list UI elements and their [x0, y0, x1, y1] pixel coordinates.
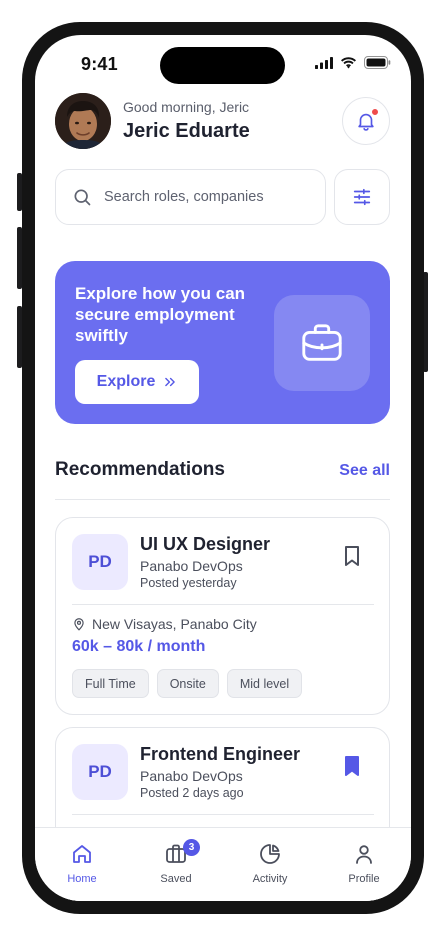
nav-home[interactable]: Home: [35, 828, 129, 901]
chevrons-right-icon: [165, 377, 176, 387]
briefcase-icon: [302, 324, 342, 361]
salary-range: 60k – 80k / month: [72, 638, 206, 655]
recommendations-title: Recommendations: [55, 459, 225, 480]
search-icon: [74, 189, 91, 206]
job-location: New Visayas, Panabo City: [72, 616, 257, 632]
nav-label: Profile: [348, 873, 380, 885]
search-input[interactable]: Search roles, companies: [55, 169, 326, 225]
status-bar: 9:41: [35, 35, 411, 91]
sliders-icon: [353, 188, 371, 206]
nav-label: Activity: [252, 873, 288, 885]
home-icon: [73, 845, 91, 863]
cellular-signal-icon: [315, 56, 333, 69]
app-screen: 9:41 Good morning, Jeric Jeric Eduarte S…: [35, 35, 411, 901]
filter-button[interactable]: [334, 169, 390, 225]
phone-frame: 9:41 Good morning, Jeric Jeric Eduarte S…: [22, 22, 424, 914]
posted-date: Posted 2 days ago: [140, 786, 244, 800]
avatar-photo: [55, 93, 111, 149]
user-icon: [356, 845, 372, 864]
explore-button-label: Explore: [96, 373, 156, 390]
avatar[interactable]: [55, 93, 111, 149]
map-pin-icon: [74, 618, 84, 631]
greeting-text: Good morning, Jeric: [123, 99, 250, 115]
wifi-icon: [341, 56, 356, 68]
company-logo: PD: [72, 744, 128, 800]
promo-banner: Explore how you can secure employment sw…: [55, 261, 390, 424]
job-title: Frontend Engineer: [140, 744, 301, 764]
nav-profile[interactable]: Profile: [317, 828, 411, 901]
job-tags: Full Time Onsite Mid level: [72, 669, 303, 698]
nav-label: Home: [67, 873, 97, 885]
battery-icon: [364, 56, 391, 69]
notifications-button[interactable]: [342, 97, 390, 145]
company-name: Panabo DevOps: [140, 558, 243, 574]
pie-chart-icon: [260, 844, 280, 864]
bottom-navigation: Home 3 Saved Activity Profile: [35, 827, 411, 901]
bookmark-icon[interactable]: [340, 544, 364, 568]
tag-seniority: Mid level: [226, 669, 303, 698]
status-icons: [315, 56, 391, 69]
company-logo: PD: [72, 534, 128, 590]
job-title: UI UX Designer: [140, 534, 271, 554]
card-divider: [72, 814, 374, 815]
nav-saved[interactable]: 3 Saved: [129, 828, 223, 901]
see-all-link[interactable]: See all: [339, 462, 390, 480]
job-card[interactable]: PD UI UX Designer Panabo DevOps Posted y…: [55, 517, 390, 715]
nav-activity[interactable]: Activity: [223, 828, 317, 901]
location-text: New Visayas, Panabo City: [92, 616, 257, 632]
posted-date: Posted yesterday: [140, 576, 237, 590]
tag-employment-type: Full Time: [72, 669, 149, 698]
nav-label: Saved: [160, 873, 192, 885]
card-divider: [72, 604, 374, 605]
saved-count-badge: 3: [183, 839, 200, 856]
section-divider: [55, 499, 390, 500]
explore-button[interactable]: Explore: [75, 360, 199, 404]
banner-illustration: [274, 295, 370, 391]
user-name: Jeric Eduarte: [123, 120, 250, 142]
notification-dot: [371, 108, 379, 116]
status-time: 9:41: [81, 54, 118, 74]
dynamic-island: [160, 47, 285, 84]
company-name: Panabo DevOps: [140, 768, 243, 784]
search-placeholder: Search roles, companies: [104, 189, 264, 205]
bookmark-filled-icon[interactable]: [340, 754, 364, 778]
banner-title: Explore how you can secure employment sw…: [75, 284, 246, 345]
tag-work-setup: Onsite: [156, 669, 219, 698]
